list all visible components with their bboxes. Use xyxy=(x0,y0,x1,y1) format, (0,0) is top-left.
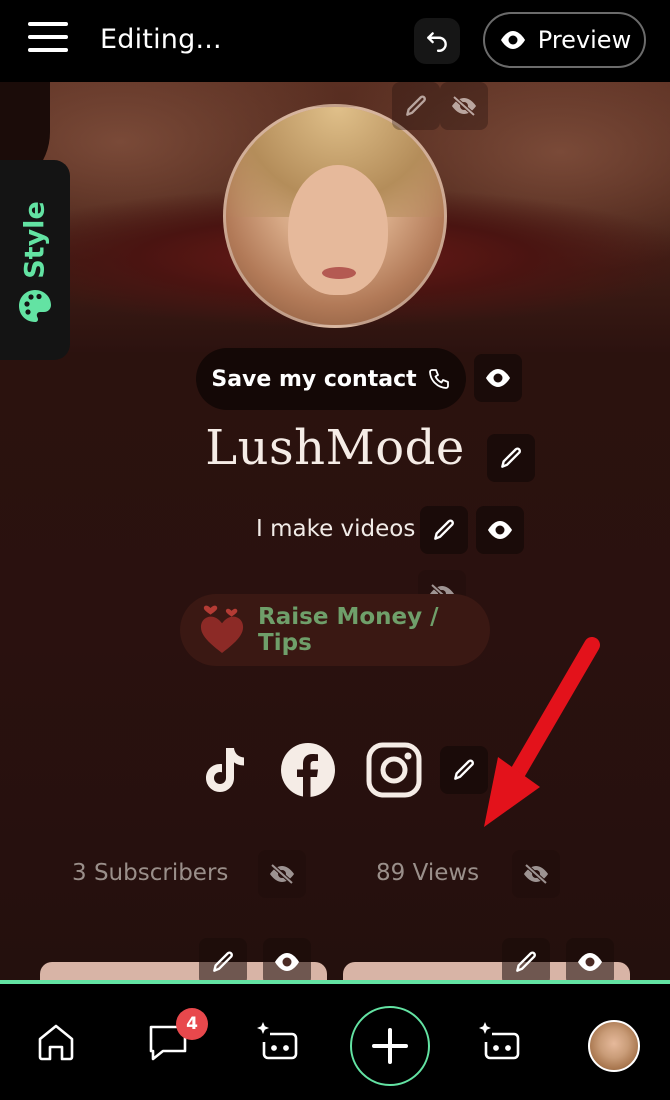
preview-label: Preview xyxy=(537,26,632,54)
save-contact-button[interactable]: Save my contact xyxy=(196,348,466,410)
facebook-icon[interactable] xyxy=(280,742,336,798)
eye-icon xyxy=(275,953,299,971)
views-count: 89 xyxy=(376,860,406,886)
toggle-bio-visibility-button[interactable] xyxy=(476,506,524,554)
ai-bot-icon xyxy=(479,1022,520,1060)
eye-off-icon xyxy=(524,863,548,885)
eye-icon xyxy=(500,31,525,49)
edit-card-left-button[interactable] xyxy=(199,938,247,982)
profile-name-text: LushMode xyxy=(205,420,465,476)
top-bar: Editing... Preview xyxy=(0,0,670,82)
eye-icon xyxy=(578,953,602,971)
hamburger-menu-icon[interactable] xyxy=(28,22,68,58)
pencil-icon xyxy=(434,519,454,540)
messages-badge: 4 xyxy=(176,1008,208,1040)
undo-button[interactable] xyxy=(414,18,460,64)
eye-off-icon xyxy=(270,863,294,885)
toggle-subscribers-visibility-button[interactable] xyxy=(258,850,306,898)
pencil-icon xyxy=(501,447,521,468)
profile-name: LushMode xyxy=(0,420,670,476)
pencil-icon xyxy=(516,951,536,972)
nav-ai-assistant-2[interactable] xyxy=(472,1014,528,1070)
phone-icon xyxy=(428,369,449,389)
edit-card-right-button[interactable] xyxy=(502,938,550,982)
eye-off-icon xyxy=(452,95,476,117)
instagram-icon[interactable] xyxy=(366,742,422,798)
nav-ai-assistant[interactable] xyxy=(250,1014,306,1070)
views-stat: 89 Views xyxy=(376,860,479,886)
pencil-icon xyxy=(454,759,474,780)
eye-icon xyxy=(486,369,510,387)
tiktok-icon[interactable] xyxy=(196,742,252,798)
edit-name-button[interactable] xyxy=(487,434,535,482)
pencil-icon xyxy=(406,95,426,116)
editing-status: Editing... xyxy=(100,24,222,55)
ai-bot-icon xyxy=(257,1022,298,1060)
plus-icon xyxy=(372,1028,408,1064)
nav-home[interactable] xyxy=(28,1014,84,1070)
palette-icon xyxy=(19,290,51,322)
style-tab[interactable]: Style xyxy=(0,160,70,360)
style-tab-label: Style xyxy=(19,201,51,279)
toggle-card-right-visibility-button[interactable] xyxy=(566,938,614,982)
eye-icon xyxy=(488,521,512,539)
subscribers-label: Subscribers xyxy=(93,860,229,886)
toggle-views-visibility-button[interactable] xyxy=(512,850,560,898)
undo-icon xyxy=(427,32,447,52)
nav-profile-avatar[interactable] xyxy=(588,1020,640,1072)
pencil-icon xyxy=(213,951,233,972)
annotation-arrow-icon xyxy=(484,637,600,827)
home-icon xyxy=(38,1024,74,1061)
profile-canvas: Style Save my contact LushMode I make vi… xyxy=(0,82,670,982)
profile-avatar[interactable] xyxy=(223,104,447,328)
edit-bio-button[interactable] xyxy=(420,506,468,554)
hide-cover-button[interactable] xyxy=(440,82,488,130)
raise-money-tips-label: Raise Money / Tips xyxy=(258,604,439,656)
subscribers-count: 3 xyxy=(72,860,87,886)
views-label: Views xyxy=(412,860,480,886)
bottom-navigation: 4 xyxy=(0,980,670,1100)
save-contact-label: Save my contact xyxy=(211,366,417,392)
raise-money-tips-button[interactable]: Raise Money / Tips xyxy=(180,594,490,666)
add-block-button[interactable] xyxy=(350,1006,430,1086)
edit-cover-button[interactable] xyxy=(392,82,440,130)
hearts-icon xyxy=(200,605,244,653)
subscribers-stat: 3 Subscribers xyxy=(72,860,228,886)
profile-bio: I make videos xyxy=(256,516,416,542)
toggle-contact-visibility-button[interactable] xyxy=(474,354,522,402)
edit-socials-button[interactable] xyxy=(440,746,488,794)
preview-button[interactable]: Preview xyxy=(483,12,646,68)
toggle-card-left-visibility-button[interactable] xyxy=(263,938,311,982)
